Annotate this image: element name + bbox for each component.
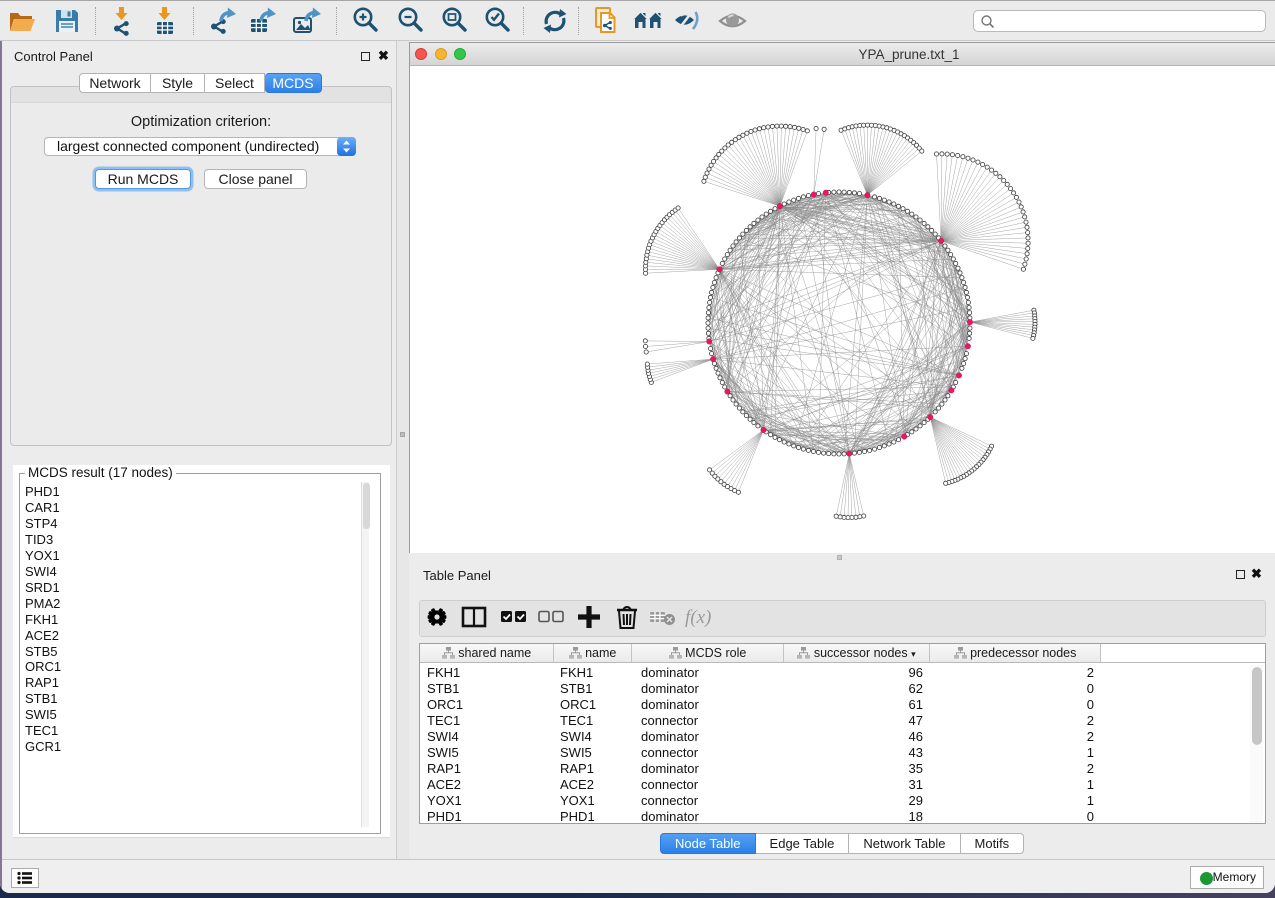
svg-text:f(x): f(x) xyxy=(685,607,711,628)
